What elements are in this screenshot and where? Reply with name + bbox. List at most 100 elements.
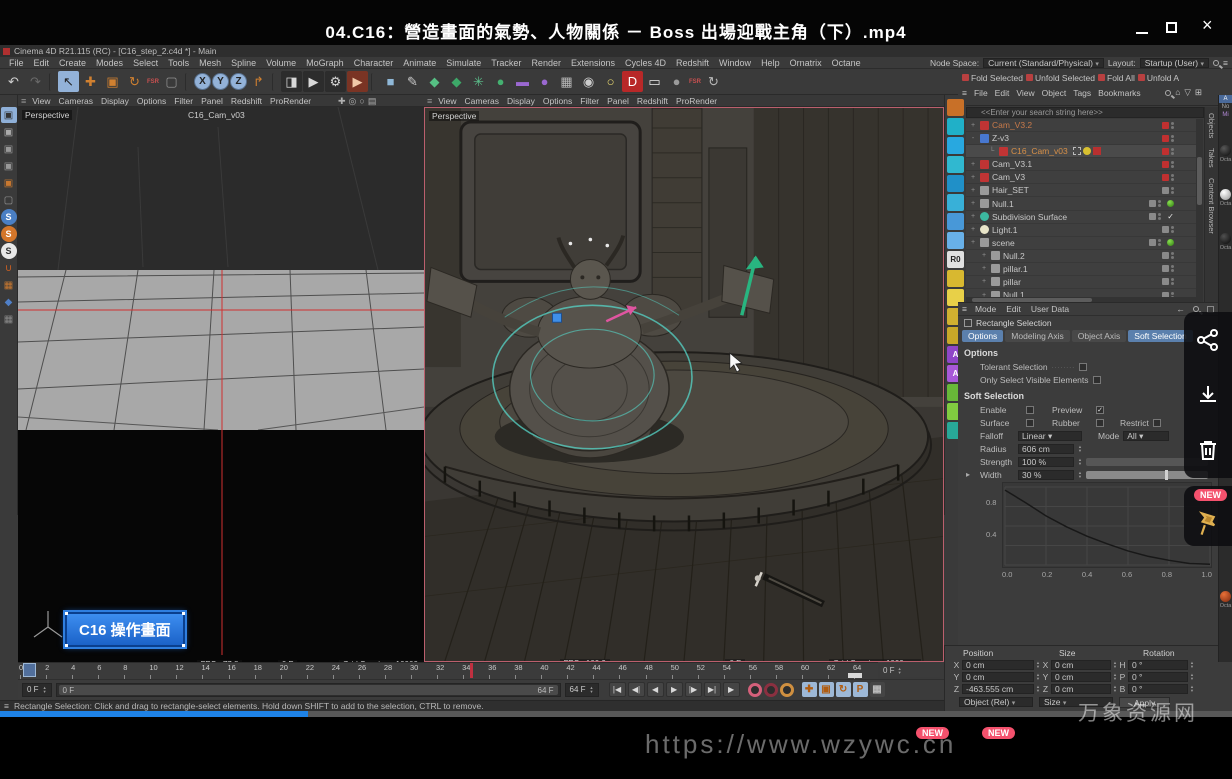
object-row[interactable]: + pillar.1 ✓ xyxy=(966,263,1196,276)
viewport-menu-item[interactable]: Redshift xyxy=(227,96,266,106)
palette-icon[interactable]: S xyxy=(1,243,17,259)
toolbar-icon[interactable]: ↱ xyxy=(248,71,269,92)
toolbar-icon[interactable]: ↶ xyxy=(3,71,24,92)
checkbox[interactable] xyxy=(1026,419,1034,427)
side-tab[interactable]: Takes xyxy=(1207,148,1216,168)
palette-icon[interactable] xyxy=(947,213,964,230)
palette-icon[interactable] xyxy=(947,99,964,116)
material-sphere[interactable] xyxy=(1220,591,1231,602)
close-icon[interactable]: × xyxy=(1202,20,1213,30)
palette-icon[interactable]: ∪ xyxy=(1,260,17,276)
attr-tab[interactable]: Options xyxy=(962,330,1003,342)
object-name[interactable]: Null.1 xyxy=(992,199,1014,209)
viewport-menu-item[interactable]: View xyxy=(434,96,460,106)
expand-toggle-icon[interactable]: + xyxy=(969,226,977,233)
object-row[interactable]: - Z-v3 ✓ xyxy=(966,132,1196,145)
toolbar-icon[interactable] xyxy=(185,73,191,91)
attr-menu-item[interactable]: User Data xyxy=(1031,304,1069,314)
object-name[interactable]: Subdivision Surface xyxy=(992,212,1067,222)
palette-icon[interactable]: ▦ xyxy=(1,311,17,327)
visibility-toggles[interactable]: ✓ xyxy=(1162,265,1196,272)
object-row[interactable]: └ C16_Cam_v03 ✓ xyxy=(966,145,1196,158)
object-name[interactable]: Hair_SET xyxy=(992,185,1029,195)
toolbar-icon[interactable] xyxy=(272,73,278,91)
object-row[interactable]: + Light.1 ✓ xyxy=(966,224,1196,237)
range-end-spinner[interactable]: 64 F▲▼ xyxy=(565,683,599,697)
viewport-menu-item[interactable]: Options xyxy=(133,96,170,106)
attr-tab[interactable]: Modeling Axis xyxy=(1005,330,1069,342)
position-field[interactable]: 0 cm xyxy=(962,672,1034,682)
coord-mode-dropdown[interactable]: Object (Rel) ▾ xyxy=(959,697,1033,707)
right-viewport-active[interactable]: Perspective FPS : 100.9 0 F Grid Spacing… xyxy=(424,107,944,662)
viewport-menu-item[interactable]: Cameras xyxy=(55,96,97,106)
toolbar-icon[interactable]: Y xyxy=(212,73,229,90)
viewport-tool-icon[interactable]: ✚ xyxy=(338,96,346,107)
attr-menu-item[interactable]: Mode xyxy=(975,304,996,314)
toolbar-icon[interactable]: Z xyxy=(230,73,247,90)
checkbox[interactable] xyxy=(1153,419,1161,427)
menu-item[interactable]: Octane xyxy=(827,58,866,68)
om-header-icon[interactable]: ⌂ xyxy=(1175,87,1180,98)
viewport-menu-item[interactable]: View xyxy=(28,96,54,106)
object-row[interactable]: + Null.1 ✓ xyxy=(966,197,1196,210)
toolbar-icon[interactable]: ✚ xyxy=(80,71,101,92)
visibility-toggles[interactable]: ✓ xyxy=(1149,200,1196,207)
object-row[interactable]: + Null.2 ✓ xyxy=(966,250,1196,263)
menu-item[interactable]: Edit xyxy=(29,58,55,68)
transport-button[interactable]: |◀ xyxy=(609,682,626,697)
search-icon[interactable] xyxy=(1213,60,1219,66)
menu-item[interactable]: Help xyxy=(756,58,785,68)
toolbar-icon[interactable]: ○ xyxy=(600,71,621,92)
hamburger-icon[interactable]: ≡ xyxy=(1223,58,1228,68)
menu-item[interactable]: Mesh xyxy=(194,58,226,68)
menu-item[interactable]: Cycles 4D xyxy=(620,58,671,68)
node-space-dropdown[interactable]: Current (Standard/Physical) ▾ xyxy=(983,58,1104,68)
palette-icon[interactable]: ▣ xyxy=(1,141,17,157)
palette-icon[interactable]: S xyxy=(1,209,17,225)
side-tab[interactable]: Objects xyxy=(1207,113,1216,138)
maximize-icon[interactable] xyxy=(1166,22,1177,33)
toolbar-icon[interactable]: ✳ xyxy=(468,71,489,92)
hamburger-icon[interactable]: ≡ xyxy=(962,304,967,314)
toolbar-icon[interactable]: D xyxy=(622,71,643,92)
expand-toggle-icon[interactable]: + xyxy=(969,213,977,220)
om-menu-item[interactable]: Bookmarks xyxy=(1098,88,1141,98)
object-name[interactable]: Cam_V3.1 xyxy=(992,159,1032,169)
checkbox[interactable] xyxy=(1093,376,1101,384)
back-icon[interactable]: ← xyxy=(1177,304,1186,314)
menu-item[interactable]: Extensions xyxy=(566,58,620,68)
object-name[interactable]: scene xyxy=(992,238,1015,248)
fold-button[interactable]: Fold All xyxy=(1098,73,1135,83)
object-row[interactable]: + Cam_V3.2 ✓ xyxy=(966,119,1196,132)
menu-item[interactable]: Animate xyxy=(398,58,441,68)
toolbar-icon[interactable]: FSR xyxy=(688,71,702,92)
toolbar-icon[interactable]: FSR xyxy=(146,71,160,92)
object-row[interactable]: + Hair_SET ✓ xyxy=(966,184,1196,197)
toolbar-icon[interactable]: X xyxy=(194,73,211,90)
keyframe-toggle[interactable]: ↻ xyxy=(836,682,851,697)
object-row[interactable]: + pillar ✓ xyxy=(966,276,1196,289)
viewport-menu-item[interactable]: Display xyxy=(503,96,539,106)
menu-item[interactable]: MoGraph xyxy=(301,58,349,68)
fold-button[interactable]: Unfold Selected xyxy=(1026,73,1095,83)
palette-icon[interactable]: ▣ xyxy=(1,175,17,191)
keyframe-toggle[interactable]: ✚ xyxy=(802,682,817,697)
toolbar-icon[interactable]: ▶ xyxy=(347,71,368,92)
toolbar-icon[interactable]: ↖ xyxy=(58,71,79,92)
toolbar-icon[interactable]: ▭ xyxy=(644,71,665,92)
coord-size-dropdown[interactable]: Size ▾ xyxy=(1039,697,1113,707)
preview-range-slider[interactable]: 0 F 64 F xyxy=(56,683,561,697)
menu-item[interactable]: File xyxy=(4,58,29,68)
palette-icon[interactable] xyxy=(947,194,964,211)
palette-icon[interactable]: ▢ xyxy=(1,192,17,208)
minimize-icon[interactable] xyxy=(1136,32,1148,34)
object-name[interactable]: Cam_V3 xyxy=(992,172,1025,182)
object-name[interactable]: Null.2 xyxy=(1003,251,1025,261)
viewport-menu-item[interactable]: Display xyxy=(97,96,133,106)
palette-icon[interactable]: ▣ xyxy=(1,124,17,140)
palette-icon[interactable]: ◆ xyxy=(1,294,17,310)
expand-toggle-icon[interactable]: + xyxy=(980,252,988,259)
fold-button[interactable]: Unfold A xyxy=(1138,73,1179,83)
viewport-menu-item[interactable]: Redshift xyxy=(633,96,672,106)
keyframe-toggle[interactable]: ▣ xyxy=(819,682,834,697)
